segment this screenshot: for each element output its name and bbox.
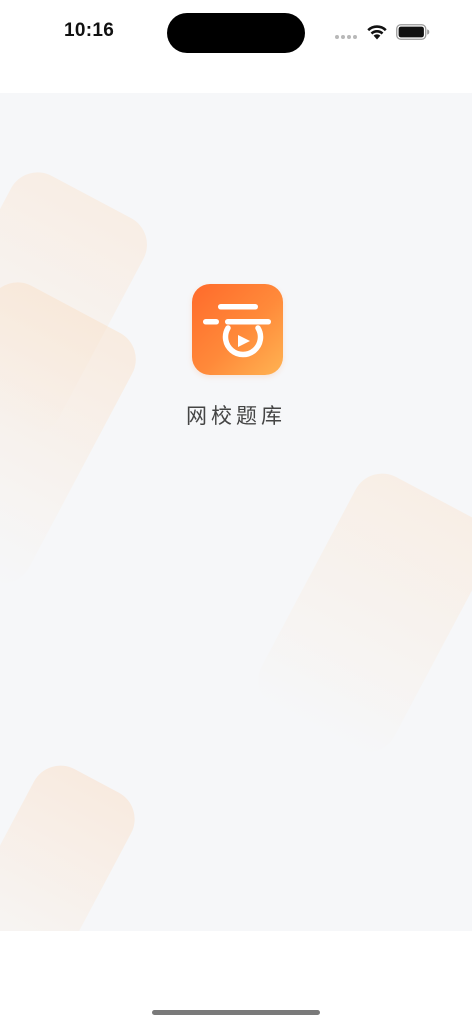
- home-indicator[interactable]: [152, 1010, 320, 1015]
- app-logo: [192, 284, 283, 375]
- bottom-area: [0, 931, 472, 1024]
- status-time: 10:16: [64, 20, 115, 41]
- cellular-signal-icon: [335, 35, 359, 39]
- battery-icon: [396, 24, 430, 40]
- splash-content: 网校题库: [0, 93, 472, 931]
- dynamic-island: [167, 13, 305, 53]
- wifi-icon: [367, 25, 387, 40]
- app-name: 网校题库: [186, 404, 286, 428]
- status-bar: 10:16: [0, 0, 472, 64]
- splash-screen: 10:16 网校题库: [0, 0, 472, 1024]
- decorative-shape: [0, 755, 146, 931]
- play-logo-icon: [203, 304, 271, 358]
- decorative-shape: [0, 271, 147, 595]
- decorative-shape: [247, 463, 472, 763]
